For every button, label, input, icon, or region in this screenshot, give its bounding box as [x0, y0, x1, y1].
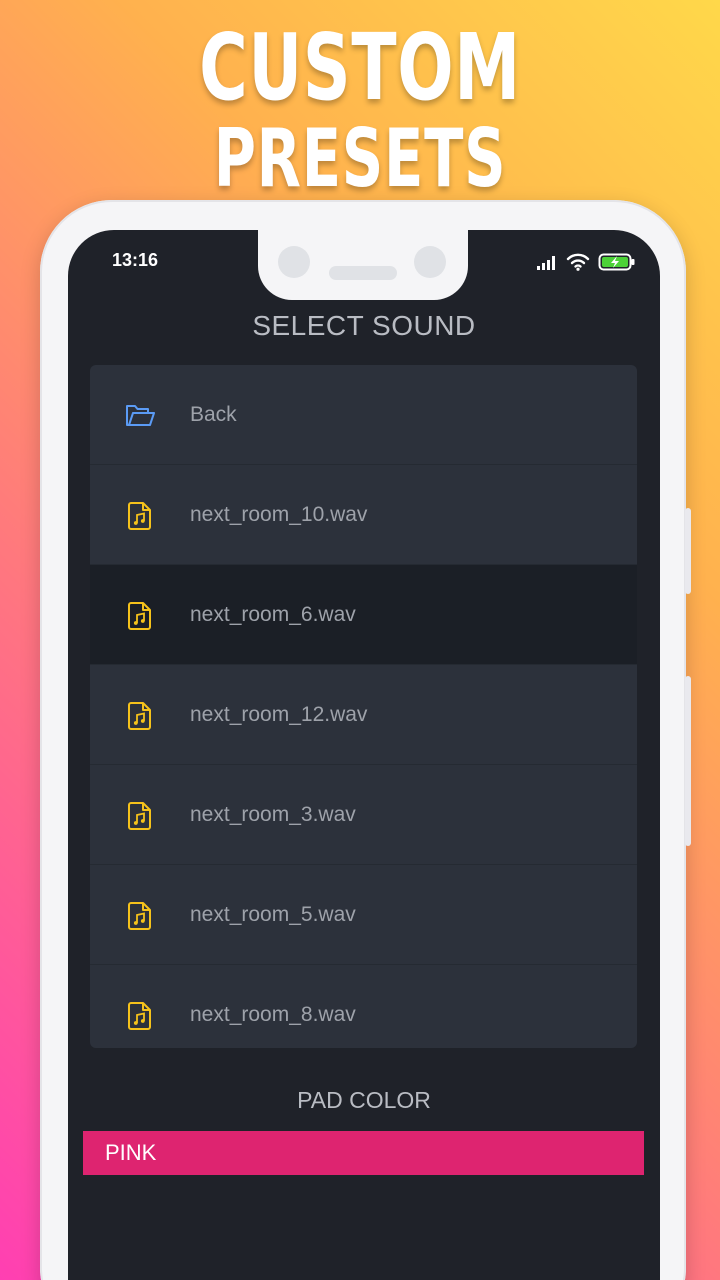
- front-sensor: [414, 246, 446, 278]
- audio-file-icon: [128, 502, 151, 530]
- earpiece-speaker: [329, 266, 397, 280]
- audio-file-icon: [128, 602, 151, 630]
- dialog-title: SELECT SOUND: [252, 310, 476, 341]
- audio-file-icon: [128, 802, 151, 830]
- signal-icon: [537, 256, 555, 270]
- list-item-file[interactable]: next_room_8.wav: [90, 965, 637, 1048]
- list-item-label: next_room_5.wav: [190, 903, 356, 926]
- front-camera: [278, 246, 310, 278]
- list-item-label: next_room_3.wav: [190, 803, 356, 826]
- audio-file-icon: [128, 1002, 151, 1030]
- promo-line-2: PRESETS: [213, 112, 507, 205]
- battery-charging-icon: [598, 253, 635, 271]
- sound-file-list[interactable]: Back next_room_10.wav next_room_6.wav ne…: [90, 365, 637, 1048]
- list-item-file-selected[interactable]: next_room_6.wav: [90, 565, 637, 665]
- phone-notch: [258, 224, 468, 300]
- pad-color-title: PAD COLOR: [297, 1087, 431, 1113]
- promo-headline: CUSTOM PRESETS: [0, 20, 720, 202]
- status-time: 13:16: [112, 250, 159, 270]
- promo-line-1: CUSTOM: [199, 14, 521, 121]
- list-item-label: next_room_10.wav: [190, 503, 368, 526]
- list-item-file[interactable]: next_room_3.wav: [90, 765, 637, 865]
- list-item-label: next_room_6.wav: [190, 603, 356, 626]
- audio-file-icon: [128, 702, 151, 730]
- list-item-label: Back: [190, 403, 237, 426]
- list-item-label: next_room_8.wav: [190, 1003, 356, 1026]
- list-item-file[interactable]: next_room_12.wav: [90, 665, 637, 765]
- list-item-file[interactable]: next_room_10.wav: [90, 465, 637, 565]
- list-item-file[interactable]: next_room_5.wav: [90, 865, 637, 965]
- pad-color-select[interactable]: PINK: [83, 1131, 644, 1175]
- phone-side-button: [685, 508, 691, 594]
- audio-file-icon: [128, 902, 151, 930]
- phone-volume-button: [685, 676, 691, 846]
- folder-open-icon: [126, 405, 155, 426]
- list-item-label: next_room_12.wav: [190, 703, 368, 726]
- list-item-back[interactable]: Back: [90, 365, 637, 465]
- wifi-icon: [566, 253, 590, 271]
- status-icons: [536, 250, 636, 274]
